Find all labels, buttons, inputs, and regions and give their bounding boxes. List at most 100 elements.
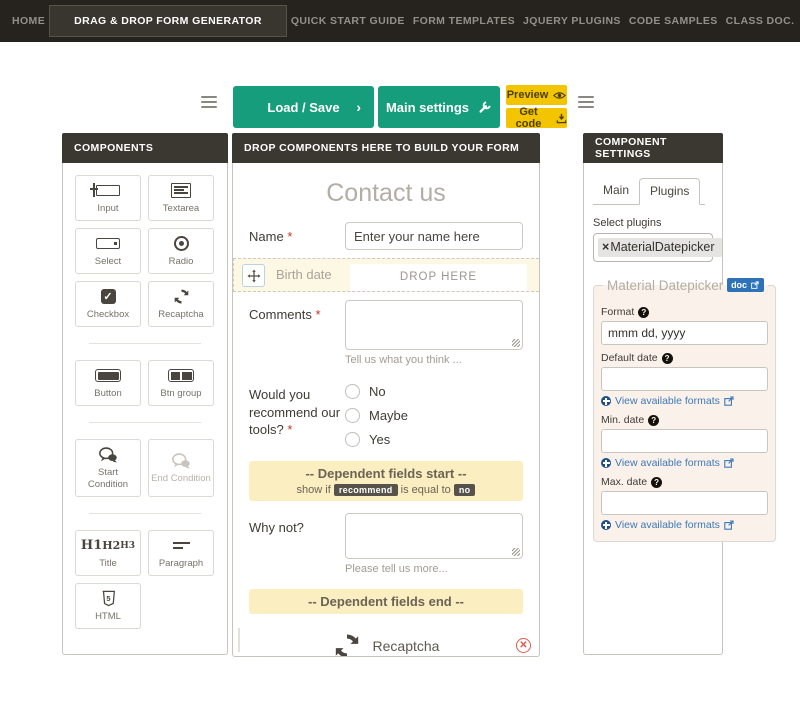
component-btn-group[interactable]: Btn group — [148, 360, 214, 406]
min-date-input[interactable] — [601, 429, 768, 453]
component-button[interactable]: Button — [75, 360, 141, 406]
nav-item-class-doc[interactable]: CLASS DOC. — [722, 9, 799, 33]
preview-label: Preview — [507, 89, 549, 101]
divider — [89, 513, 201, 514]
remove-chip-icon[interactable]: × — [602, 240, 609, 254]
radio-circle-icon[interactable] — [345, 432, 360, 447]
comments-label: Comments * — [249, 300, 345, 366]
html-icon: 5 — [101, 590, 116, 608]
plugin-box-title: Material Datepicker doc — [603, 278, 768, 293]
delete-icon[interactable]: ✕ — [516, 638, 531, 653]
format-input[interactable] — [601, 321, 768, 345]
dependent-fields-end-banner: -- Dependent fields end -- — [249, 589, 523, 614]
resize-grip-icon[interactable] — [512, 548, 520, 556]
comments-textarea[interactable] — [345, 300, 523, 350]
why-not-help: Please tell us more... — [345, 563, 523, 575]
view-formats-link[interactable]: View available formats — [601, 519, 768, 531]
default-date-input[interactable] — [601, 367, 768, 391]
help-question-icon[interactable]: ? — [651, 477, 662, 488]
load-save-label: Load / Save — [267, 100, 339, 115]
component-html[interactable]: 5 HTML — [75, 583, 141, 629]
component-input[interactable]: Input — [75, 175, 141, 221]
radio-option-no[interactable]: No — [345, 384, 433, 399]
component-title[interactable]: H1H2H3 Title — [75, 530, 141, 576]
load-save-button[interactable]: Load / Save › — [233, 86, 374, 128]
radio-circle-icon[interactable] — [345, 384, 360, 399]
component-checkbox[interactable]: ✓ Checkbox — [75, 281, 141, 327]
hamburger-menu-icon[interactable] — [578, 96, 594, 108]
component-recaptcha[interactable]: Recaptcha — [148, 281, 214, 327]
arrows-icon — [601, 520, 611, 530]
why-not-textarea[interactable] — [345, 513, 523, 559]
tab-plugins[interactable]: Plugins — [639, 178, 700, 205]
form-title: Contact us — [233, 163, 539, 222]
main-settings-button[interactable]: Main settings — [378, 86, 500, 128]
start-condition-icon — [98, 446, 118, 464]
resize-grip-icon[interactable] — [512, 339, 520, 347]
component-settings-panel: COMPONENT SETTINGS Main Plugins Select p… — [583, 133, 723, 655]
drag-stub — [237, 628, 240, 652]
form-row-why-not: Why not? Please tell us more... — [233, 513, 539, 575]
nav-item-code-samples[interactable]: CODE SAMPLES — [625, 9, 722, 33]
drag-handle[interactable] — [242, 264, 265, 287]
nav-item-home[interactable]: HOME — [8, 9, 49, 33]
doc-badge[interactable]: doc — [727, 278, 764, 292]
drop-zone: DROP HERE Optional — [350, 264, 527, 292]
name-input[interactable] — [345, 222, 523, 250]
form-row-recommend: Would you recommend our tools? * No Mayb… — [233, 380, 539, 447]
view-formats-link[interactable]: View available formats — [601, 395, 768, 407]
input-icon — [96, 182, 120, 200]
view-formats-link[interactable]: View available formats — [601, 457, 768, 469]
hamburger-menu-icon[interactable] — [201, 96, 217, 108]
radio-circle-icon[interactable] — [345, 408, 360, 423]
divider — [89, 422, 201, 423]
nav-item-form-templates[interactable]: FORM TEMPLATES — [409, 9, 519, 33]
component-start-condition[interactable]: Start Condition — [75, 439, 141, 497]
form-builder-panel: DROP COMPONENTS HERE TO BUILD YOUR FORM … — [232, 133, 540, 657]
builder-panel-title: DROP COMPONENTS HERE TO BUILD YOUR FORM — [232, 133, 540, 163]
component-select[interactable]: Select — [75, 228, 141, 274]
preview-button[interactable]: Preview — [506, 85, 567, 105]
component-paragraph[interactable]: Paragraph — [148, 530, 214, 576]
form-row-drop-target[interactable]: Birth date DROP HERE Optional — [233, 258, 539, 292]
radio-option-maybe[interactable]: Maybe — [345, 408, 445, 423]
external-link-icon — [750, 281, 760, 289]
condition-field-badge: recommend — [334, 484, 398, 496]
name-label: Name * — [249, 222, 345, 250]
min-date-label: Min. date? — [601, 414, 768, 426]
get-code-button[interactable]: Get code — [506, 108, 567, 128]
help-question-icon[interactable]: ? — [648, 415, 659, 426]
title-icon: H1H2H3 — [81, 537, 135, 555]
nav-item-form-generator[interactable]: DRAG & DROP FORM GENERATOR — [49, 5, 287, 37]
arrows-icon — [601, 458, 611, 468]
tab-main[interactable]: Main — [593, 178, 639, 205]
help-question-icon[interactable]: ? — [638, 307, 649, 318]
drop-here-text: DROP HERE — [350, 264, 527, 290]
help-question-icon[interactable]: ? — [662, 353, 673, 364]
components-panel-title: COMPONENTS — [62, 133, 228, 163]
select-icon — [96, 235, 120, 253]
nav-item-jquery-plugins[interactable]: JQUERY PLUGINS — [519, 9, 625, 33]
component-textarea[interactable]: Textarea — [148, 175, 214, 221]
default-date-label: Default date? — [601, 352, 768, 364]
external-link-icon — [724, 520, 734, 530]
nav-item-quick-start[interactable]: QUICK START GUIDE — [287, 9, 409, 33]
paragraph-icon — [173, 537, 190, 555]
plugin-chip: × MaterialDatepicker — [598, 238, 722, 257]
component-radio[interactable]: Radio — [148, 228, 214, 274]
plugins-select-input[interactable]: × MaterialDatepicker — [593, 233, 713, 262]
wrench-icon — [478, 100, 492, 114]
max-date-input[interactable] — [601, 491, 768, 515]
drop-row-label: Birth date — [276, 264, 348, 282]
recaptcha-icon — [173, 288, 190, 306]
move-icon — [247, 269, 261, 283]
radio-option-yes[interactable]: Yes — [345, 432, 523, 447]
svg-text:5: 5 — [106, 594, 110, 603]
component-end-condition[interactable]: End Condition — [148, 439, 214, 497]
dependent-end-title: -- Dependent fields end -- — [253, 594, 519, 609]
chevron-right-icon: › — [356, 99, 361, 115]
checkbox-icon: ✓ — [101, 288, 116, 306]
divider — [89, 343, 201, 344]
radio-icon — [174, 235, 189, 253]
comments-help: Tell us what you think ... — [345, 354, 523, 366]
